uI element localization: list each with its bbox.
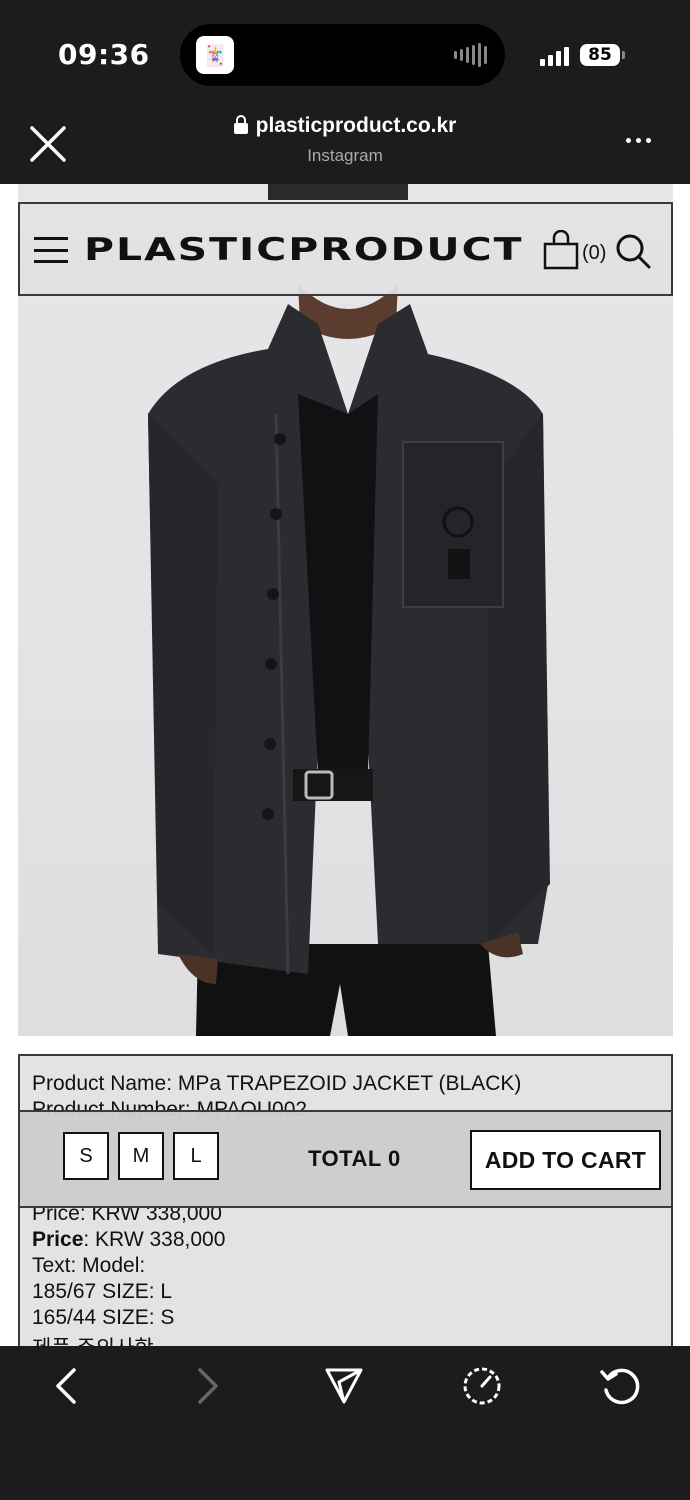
url-area[interactable]: plasticproduct.co.kr Instagram (0, 114, 690, 166)
product-photo (18, 184, 673, 1036)
forward-icon[interactable] (184, 1364, 228, 1408)
model-size-line-2: 165/44 SIZE: S (32, 1306, 175, 1329)
share-icon[interactable] (322, 1364, 366, 1408)
now-playing-app-icon[interactable]: 🃏 (196, 36, 234, 74)
total-label: TOTAL 0 (308, 1146, 401, 1171)
site-header: PLASTICPRODUCT (0) (18, 202, 673, 296)
audio-wave-icon (454, 42, 487, 68)
price-bold-line: Price: KRW 338,000 (32, 1228, 225, 1252)
web-page: PLASTICPRODUCT (0) Product Name: MPa TRA… (0, 184, 690, 1346)
model-size-line-1: 185/67 SIZE: L (32, 1280, 173, 1303)
size-s-button[interactable]: S (63, 1132, 109, 1180)
product-notice-line: 제품 주의사항 (32, 1332, 154, 1346)
menu-icon[interactable] (34, 237, 68, 263)
search-icon[interactable] (614, 232, 652, 270)
cellular-signal-icon (540, 44, 569, 66)
lock-icon (233, 115, 248, 134)
more-icon[interactable] (626, 138, 651, 143)
battery-cap (622, 51, 625, 59)
cart-count[interactable]: (0) (582, 242, 606, 265)
product-name-line: Product Name: MPa TRAPEZOID JACKET (BLAC… (32, 1072, 522, 1095)
browser-toolbar (0, 1346, 690, 1500)
status-bar: 09:36 🃏 85 (0, 0, 690, 100)
jacket-model-illustration (148, 184, 550, 1036)
dynamic-island[interactable]: 🃏 (180, 24, 505, 86)
size-m-button[interactable]: M (118, 1132, 164, 1180)
compass-icon[interactable] (460, 1364, 504, 1408)
site-logo[interactable]: PLASTICPRODUCT (84, 232, 524, 268)
url-text: plasticproduct.co.kr (255, 114, 457, 137)
back-icon[interactable] (46, 1364, 90, 1408)
in-app-browser-bar: plasticproduct.co.kr Instagram (0, 100, 690, 184)
shopping-bag-icon[interactable] (542, 230, 580, 270)
buy-bar: S M L TOTAL 0 ADD TO CART (18, 1110, 673, 1208)
price-label: Price (32, 1228, 84, 1251)
reload-icon[interactable] (598, 1364, 642, 1408)
size-l-button[interactable]: L (173, 1132, 219, 1180)
battery-indicator: 85 (580, 44, 620, 66)
add-to-cart-button[interactable]: ADD TO CART (470, 1130, 661, 1190)
browser-subtitle: Instagram (307, 146, 383, 165)
text-model-line: Text: Model: (32, 1254, 146, 1277)
status-time: 09:36 (58, 38, 150, 71)
price-value: : KRW 338,000 (83, 1228, 226, 1251)
